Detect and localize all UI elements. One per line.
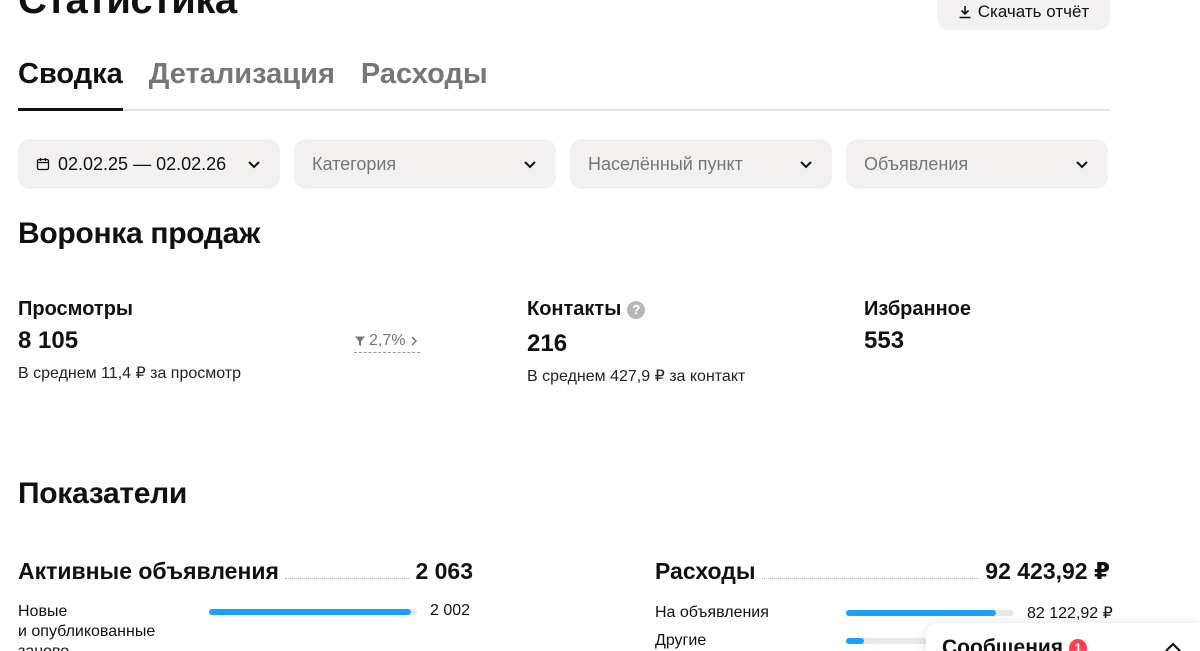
ads-placeholder: Объявления	[864, 153, 969, 174]
ads-select[interactable]: Объявления	[846, 139, 1108, 189]
dotted-leader	[761, 578, 980, 579]
new-ads-value: 2 002	[430, 602, 471, 619]
calendar-icon	[36, 158, 50, 171]
download-icon	[959, 6, 971, 19]
tabs-bar: Сводка Детализация Расходы	[18, 54, 1110, 111]
chevron-down-icon	[1076, 161, 1088, 169]
funnel-title: Воронка продаж	[18, 217, 260, 250]
expenses-header: Расходы 92 423,92 ₽	[655, 558, 1110, 585]
category-select[interactable]: Категория	[294, 139, 556, 189]
contacts-metric: Контакты ? 216 В среднем 427,9 ₽ за конт…	[527, 298, 745, 386]
views-metric: Просмотры 8 105 В среднем 11,4 ₽ за прос…	[18, 298, 241, 383]
funnel-icon	[355, 336, 365, 346]
views-average: В среднем 11,4 ₽ за просмотр	[18, 365, 242, 382]
favorites-label: Избранное	[864, 298, 972, 320]
stat-row: Другие	[655, 631, 706, 651]
expenses-value: 92 423,92 ₽	[985, 558, 1110, 584]
new-ads-label: Новые и опубликованные заново	[18, 603, 156, 651]
ads-expenses-label: На объявления	[655, 604, 769, 621]
category-placeholder: Категория	[312, 153, 397, 174]
city-placeholder: Населённый пункт	[588, 153, 743, 174]
chevron-down-icon	[524, 161, 536, 169]
favorites-metric: Избранное 553	[864, 298, 971, 355]
chevron-down-icon	[248, 161, 260, 169]
date-range-select[interactable]: 02.02.25 — 02.02.26	[18, 139, 280, 189]
ads-expenses-bar-fill	[846, 610, 996, 616]
active-ads-header: Активные объявления 2 063	[18, 558, 473, 585]
page-title: Статистика	[18, 0, 237, 22]
favorites-value: 553	[864, 327, 905, 354]
chevron-up-icon[interactable]	[1162, 637, 1184, 651]
tab-expenses[interactable]: Расходы	[361, 54, 488, 109]
conversion-value: 2,7%	[369, 332, 406, 349]
views-value: 8 105	[18, 327, 79, 354]
download-report-button[interactable]: Скачать отчёт	[937, 0, 1110, 30]
other-expenses-bar-fill	[846, 638, 865, 644]
ads-expenses-value: 82 122,92 ₽	[1027, 605, 1113, 622]
active-ads-label: Активные объявления	[18, 558, 279, 584]
stat-row: Новые и опубликованные заново	[18, 602, 155, 651]
unread-badge: 1	[1069, 639, 1088, 651]
chevron-right-icon	[411, 336, 418, 346]
views-label: Просмотры	[18, 298, 134, 320]
download-label: Скачать отчёт	[977, 2, 1090, 21]
messages-label: Сообщения	[942, 636, 1064, 651]
chevron-down-icon	[800, 161, 812, 169]
city-select[interactable]: Населённый пункт	[570, 139, 832, 189]
messages-panel[interactable]: Сообщения 1	[926, 623, 1200, 651]
filters-row: 02.02.25 — 02.02.26 Категория Населённый…	[18, 139, 1108, 189]
active-ads-value: 2 063	[415, 558, 473, 584]
contacts-label: Контакты	[527, 298, 622, 320]
conversion-link[interactable]: 2,7%	[354, 332, 421, 353]
contacts-value: 216	[527, 330, 568, 357]
ads-expenses-bar	[846, 610, 1014, 616]
expenses-label: Расходы	[655, 558, 756, 584]
date-range-value: 02.02.25 — 02.02.26	[58, 153, 227, 174]
new-ads-bar-fill	[209, 609, 411, 615]
stat-row: На объявления	[655, 603, 769, 623]
tab-details[interactable]: Детализация	[149, 54, 335, 109]
help-icon[interactable]: ?	[627, 300, 646, 319]
dotted-leader	[284, 578, 410, 579]
new-ads-bar	[209, 609, 417, 615]
tab-summary[interactable]: Сводка	[18, 54, 123, 111]
other-expenses-label: Другие	[655, 632, 707, 649]
indicators-title: Показатели	[18, 477, 188, 510]
contacts-average: В среднем 427,9 ₽ за контакт	[527, 368, 746, 385]
